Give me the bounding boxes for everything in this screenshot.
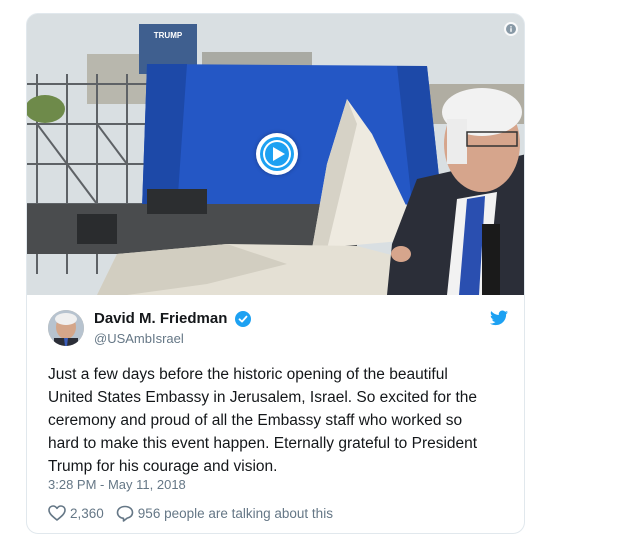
info-icon[interactable] <box>504 22 518 36</box>
author-handle[interactable]: @USAmbIsrael <box>94 330 251 348</box>
conversation-label: 956 people are talking about this <box>137 505 333 521</box>
like-count: 2,360 <box>70 505 104 521</box>
tweet-timestamp[interactable]: 3:28 PM - May 11, 2018 <box>48 477 186 493</box>
play-button[interactable] <box>256 133 298 175</box>
reply-button[interactable]: 956 people are talking about this <box>116 505 333 522</box>
like-button[interactable]: 2,360 <box>48 505 104 521</box>
twitter-bird-icon[interactable] <box>490 310 508 326</box>
video-thumbnail[interactable]: TRUMP <box>27 14 524 295</box>
tweet-card[interactable]: TRUMP David M. Friedman @USAmbIsrael Jus… <box>26 13 525 534</box>
tweet-actions: 2,360 956 people are talking about this <box>48 503 333 523</box>
billboard-text: TRUMP <box>154 31 183 40</box>
verified-badge-icon <box>234 311 251 327</box>
play-icon <box>260 137 294 171</box>
heart-icon <box>48 505 66 521</box>
tweet-header: David M. Friedman @USAmbIsrael <box>48 310 508 350</box>
speech-bubble-icon <box>116 505 134 522</box>
avatar[interactable] <box>48 310 84 346</box>
tweet-text: Just a few days before the historic open… <box>48 366 478 475</box>
author-display-name[interactable]: David M. Friedman <box>94 310 227 328</box>
